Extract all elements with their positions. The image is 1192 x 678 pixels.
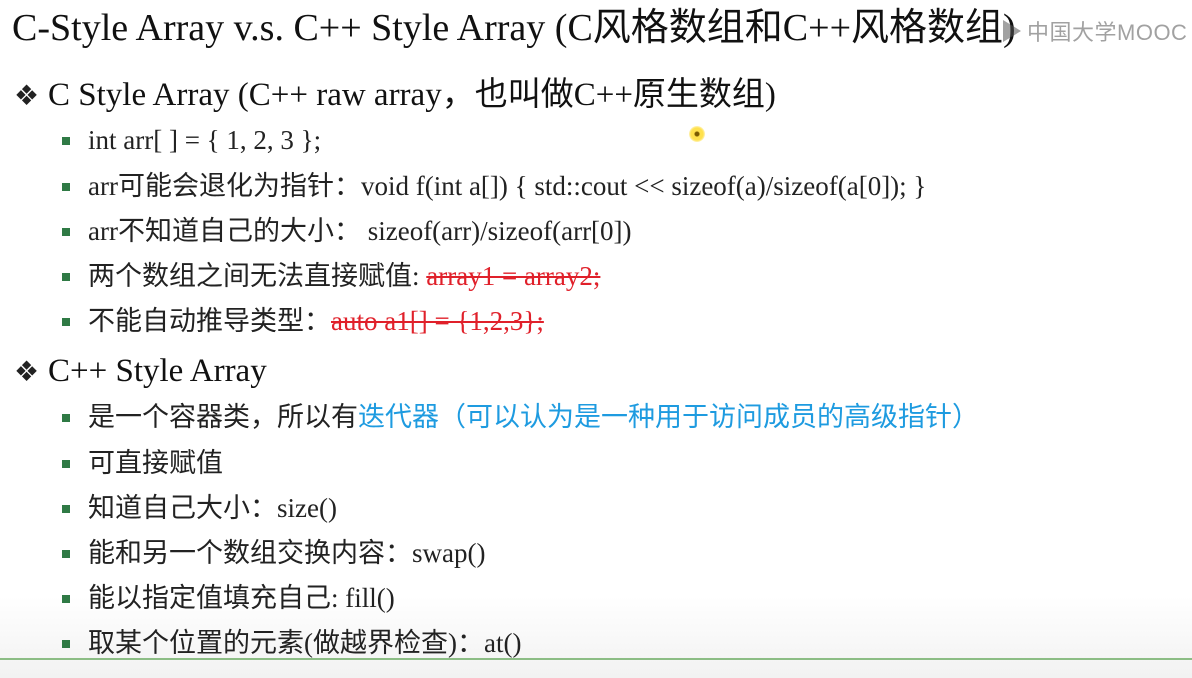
list-item: 可直接赋值 (62, 445, 223, 481)
square-bullet-icon (62, 639, 70, 648)
square-bullet-icon (62, 272, 70, 281)
section-cpp-style-heading: ❖ C++ Style Array (14, 350, 267, 394)
list-item: 两个数组之间无法直接赋值: array1 = array2; (62, 258, 600, 294)
square-bullet-icon (62, 182, 70, 191)
watermark-text: 中国大学MOOC (1027, 20, 1188, 45)
list-item: int arr[ ] = { 1, 2, 3 }; (62, 122, 321, 158)
bottom-divider (0, 658, 1192, 660)
square-bullet-icon (62, 317, 70, 326)
struck-code: auto a1[] = {1,2,3}; (331, 306, 544, 336)
slide: C-Style Array v.s. C++ Style Array (C风格数… (0, 0, 1192, 678)
list-item: 不能自动推导类型：auto a1[] = {1,2,3}; (62, 303, 544, 339)
square-bullet-icon (62, 227, 70, 236)
list-item: 能和另一个数组交换内容：swap() (62, 535, 485, 571)
item-text: int arr[ ] = { 1, 2, 3 }; (88, 125, 322, 155)
section-heading-text: C Style Array (C++ raw array，也叫做C++原生数组) (48, 77, 776, 113)
item-text: 可直接赋值 (88, 448, 223, 478)
list-item: arr不知道自己的大小： sizeof(arr)/sizeof(arr[0]) (62, 213, 632, 249)
diamond-bullet-icon: ❖ (14, 81, 40, 112)
section-heading-text: C++ Style Array (48, 353, 267, 389)
item-text: 不能自动推导类型： (88, 306, 331, 336)
item-text: 两个数组之间无法直接赋值: (88, 261, 427, 291)
list-item: 取某个位置的元素(做越界检查)：at() (62, 625, 521, 661)
play-icon (1003, 20, 1021, 42)
square-bullet-icon (62, 549, 70, 558)
list-item: 是一个容器类，所以有迭代器（可以认为是一种用于访问成员的高级指针） (62, 399, 979, 435)
list-item: arr可能会退化为指针：void f(int a[]) { std::cout … (62, 168, 926, 204)
laser-pointer-dot (689, 126, 705, 142)
list-item: 能以指定值填充自己: fill() (62, 580, 395, 616)
highlighted-text: 迭代器（可以认为是一种用于访问成员的高级指针） (358, 402, 979, 432)
item-text: arr不知道自己的大小： sizeof(arr)/sizeof(arr[0]) (88, 216, 632, 246)
square-bullet-icon (62, 594, 70, 603)
square-bullet-icon (62, 413, 70, 422)
item-text: 能以指定值填充自己: fill() (88, 583, 395, 613)
square-bullet-icon (62, 136, 70, 145)
diamond-bullet-icon: ❖ (14, 357, 40, 388)
item-text: 取某个位置的元素(做越界检查)：at() (88, 628, 522, 658)
list-item: 知道自己大小：size() (62, 490, 337, 526)
section-c-style-heading: ❖ C Style Array (C++ raw array，也叫做C++原生数组… (14, 74, 776, 118)
item-text: 知道自己大小：size() (88, 493, 337, 523)
item-text: 是一个容器类，所以有 (88, 402, 358, 432)
item-text: arr可能会退化为指针：void f(int a[]) { std::cout … (88, 171, 927, 201)
struck-code: array1 = array2; (426, 261, 601, 291)
square-bullet-icon (62, 459, 70, 468)
item-text: 能和另一个数组交换内容：swap() (88, 538, 486, 568)
slide-title: C-Style Array v.s. C++ Style Array (C风格数… (12, 7, 1016, 49)
square-bullet-icon (62, 504, 70, 513)
mooc-watermark: 中国大学MOOC (1003, 16, 1192, 46)
